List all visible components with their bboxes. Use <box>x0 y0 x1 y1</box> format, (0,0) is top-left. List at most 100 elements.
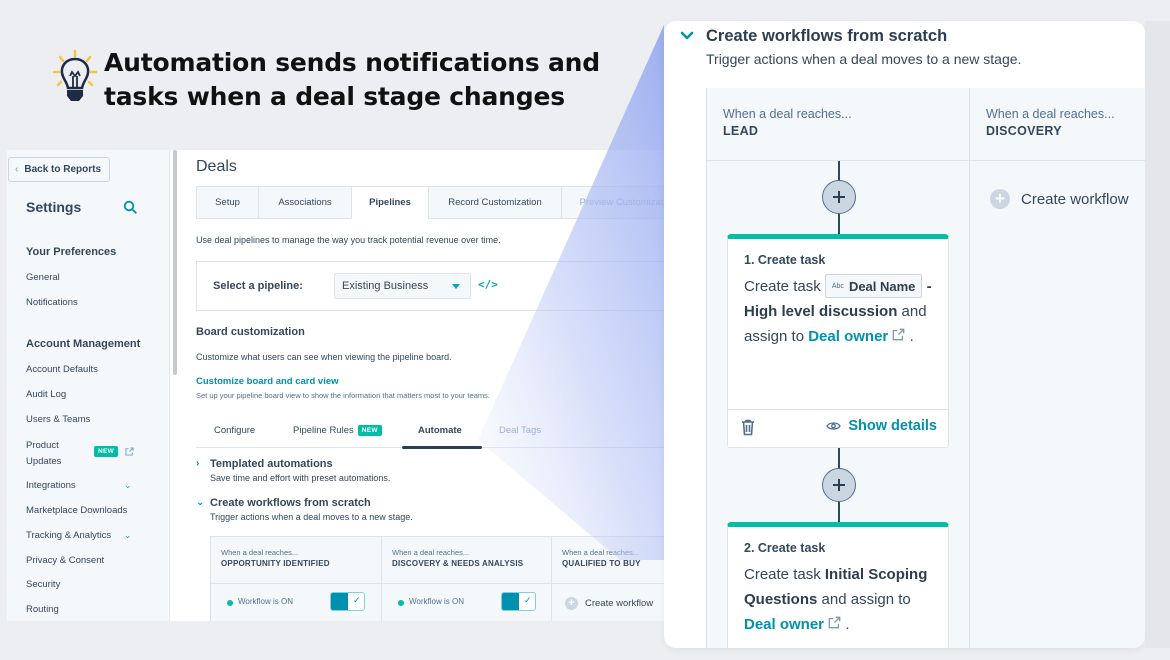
eye-icon <box>826 422 842 430</box>
accordion-description: Save time and effort with preset automat… <box>210 473 391 483</box>
show-details-label: Show details <box>848 418 937 434</box>
text-type-icon: Abc <box>831 282 844 290</box>
status-dot <box>227 600 233 606</box>
accordion-title: Create workflows from scratch <box>210 497 371 509</box>
workflow-status: Workflow is ON <box>409 597 464 606</box>
create-workflow-button[interactable]: + Create workflow <box>565 597 653 610</box>
subtab-label: Deal Tags <box>499 425 542 436</box>
board-customization-title: Board customization <box>196 326 305 338</box>
sidebar-item-integrations[interactable]: Integrations ⌄ <box>26 480 132 491</box>
sidebar-item-label: Routing <box>26 604 59 615</box>
sidebar-item-label: Account Defaults <box>26 364 98 375</box>
sidebar-item-notifications[interactable]: Notifications <box>26 297 78 308</box>
deal-name-token: Abc Deal Name <box>824 274 923 299</box>
task-text: and assign to <box>817 591 911 608</box>
stage-when: When a deal reaches... <box>986 107 1115 121</box>
stage-name: QUALIFIED TO BUY <box>562 559 641 568</box>
sidebar-item-label: Privacy & Consent <box>26 555 105 566</box>
show-details-button[interactable]: Show details <box>826 418 937 434</box>
tab-pipelines[interactable]: Pipelines <box>351 186 428 219</box>
subtab-deal-tags[interactable]: Deal Tags <box>499 425 541 436</box>
sidebar-item-tracking-analytics[interactable]: Tracking & Analytics ⌄ <box>26 530 132 541</box>
sidebar-item-marketplace-downloads[interactable]: Marketplace Downloads <box>26 505 127 516</box>
sidebar-item-privacy-consent[interactable]: Privacy & Consent <box>26 555 104 566</box>
sidebar-item-label: Product <box>26 440 59 451</box>
trash-icon[interactable] <box>741 419 755 436</box>
tab-associations[interactable]: Associations <box>258 186 351 219</box>
deal-owner-link[interactable]: Deal owner <box>808 328 888 345</box>
back-to-reports-button[interactable]: ‹ Back to Reports <box>8 157 110 182</box>
sidebar-item-routing[interactable]: Routing <box>26 604 59 615</box>
stage-name: DISCOVERY <box>986 124 1062 138</box>
subtab-pipeline-rules[interactable]: Pipeline Rules NEW <box>293 425 382 436</box>
pipeline-label: Select a pipeline: <box>213 280 303 292</box>
accordion-title: Templated automations <box>210 458 333 470</box>
external-link-icon <box>125 447 134 456</box>
tab-preview-customization[interactable]: Preview Customizat <box>561 186 665 219</box>
sidebar-item-label: Notifications <box>26 297 78 308</box>
stage-when: When a deal reaches... <box>221 548 299 557</box>
sidebar-item-general[interactable]: General <box>26 272 60 283</box>
settings-app-window: ‹ Back to Reports Settings Your Preferen… <box>7 150 665 621</box>
subtab-automate[interactable]: Automate <box>418 425 462 436</box>
sidebar-item-users-teams[interactable]: Users & Teams <box>26 414 90 425</box>
sidebar-item-label: Users & Teams <box>26 414 91 425</box>
plus-circle-icon: + <box>565 597 578 610</box>
section-account-management: Account Management <box>26 338 141 350</box>
tab-record-customization[interactable]: Record Customization <box>428 186 561 219</box>
pipeline-value: Existing Business <box>342 280 429 292</box>
headline: Automation sends notifications and tasks… <box>52 46 600 114</box>
pipeline-selector-box: Select a pipeline: Existing Business </> <box>196 261 665 311</box>
external-link-icon <box>828 616 841 629</box>
task-card-2[interactable]: 2. Create task Create task Initial Scopi… <box>727 522 949 648</box>
tab-setup[interactable]: Setup <box>196 186 258 219</box>
sidebar-scrollbar[interactable] <box>173 150 177 375</box>
workflow-toggle[interactable]: ✓ <box>501 592 536 611</box>
chevron-left-icon: ‹ <box>15 164 19 175</box>
token-label: Deal Name <box>848 278 916 294</box>
sidebar-item-label: Security <box>26 579 61 590</box>
stage-name: DISCOVERY & NEEDS ANALYSIS <box>392 559 524 568</box>
task-number: 2. Create task <box>744 541 826 555</box>
task-text: . <box>841 616 850 633</box>
sidebar-item-label: Integrations <box>26 480 76 491</box>
lightbulb-icon <box>52 49 98 101</box>
zoomed-workflow-panel: Create workflows from scratch Trigger ac… <box>664 21 1145 648</box>
external-link-icon <box>893 328 905 341</box>
check-icon: ✓ <box>524 595 532 605</box>
sidebar-item-account-defaults[interactable]: Account Defaults <box>26 364 98 375</box>
sidebar-item-label: Marketplace Downloads <box>26 505 128 516</box>
stage-column: When a deal reaches... DISCOVERY & NEEDS … <box>381 536 551 621</box>
embed-code-icon[interactable]: </> <box>478 278 498 291</box>
sidebar-item-label: Tracking & Analytics <box>26 530 112 541</box>
status-dot <box>398 600 404 606</box>
task-card-1[interactable]: 1. Create task Create task Abc Deal Name … <box>727 234 949 448</box>
settings-sidebar: ‹ Back to Reports Settings Your Preferen… <box>7 150 170 621</box>
create-workflow-label: Create workflow <box>585 598 654 609</box>
subtab-configure[interactable]: Configure <box>214 425 255 436</box>
workflow-toggle[interactable]: ✓ <box>330 592 365 611</box>
subtab-label: Automate <box>418 425 462 436</box>
stage-column: When a deal reaches... OPPORTUNITY IDENTI… <box>210 536 381 621</box>
page-title: Deals <box>196 158 237 175</box>
add-action-button[interactable] <box>822 468 856 502</box>
settings-title: Settings <box>26 199 82 215</box>
sidebar-item-label: Audit Log <box>26 389 67 400</box>
stage-workflow-table: When a deal reaches... OPPORTUNITY IDENTI… <box>210 536 665 621</box>
sidebar-item-label: General <box>26 272 60 283</box>
search-icon[interactable] <box>123 200 137 214</box>
sidebar-item-security[interactable]: Security <box>26 579 60 590</box>
chevron-down-icon[interactable] <box>680 29 694 43</box>
pipeline-subtabs: Configure Pipeline Rules NEW Automate Dea… <box>196 422 665 449</box>
new-badge: NEW <box>94 446 119 457</box>
create-workflow-label: Create workflow <box>1021 190 1129 208</box>
sidebar-item-audit-log[interactable]: Audit Log <box>26 389 66 400</box>
customize-board-link[interactable]: Customize board and card view <box>196 376 339 387</box>
back-label: Back to Reports <box>24 164 102 175</box>
create-workflow-button[interactable]: + Create workflow <box>990 189 1129 209</box>
add-action-button[interactable] <box>822 180 856 214</box>
pipeline-dropdown[interactable]: Existing Business <box>334 273 471 299</box>
stage-column: When a deal reaches... QUALIFIED TO BUY +… <box>551 536 665 621</box>
sidebar-item-product-updates[interactable]: Product Updates NEW <box>26 439 146 469</box>
deal-owner-link[interactable]: Deal owner <box>744 616 824 633</box>
